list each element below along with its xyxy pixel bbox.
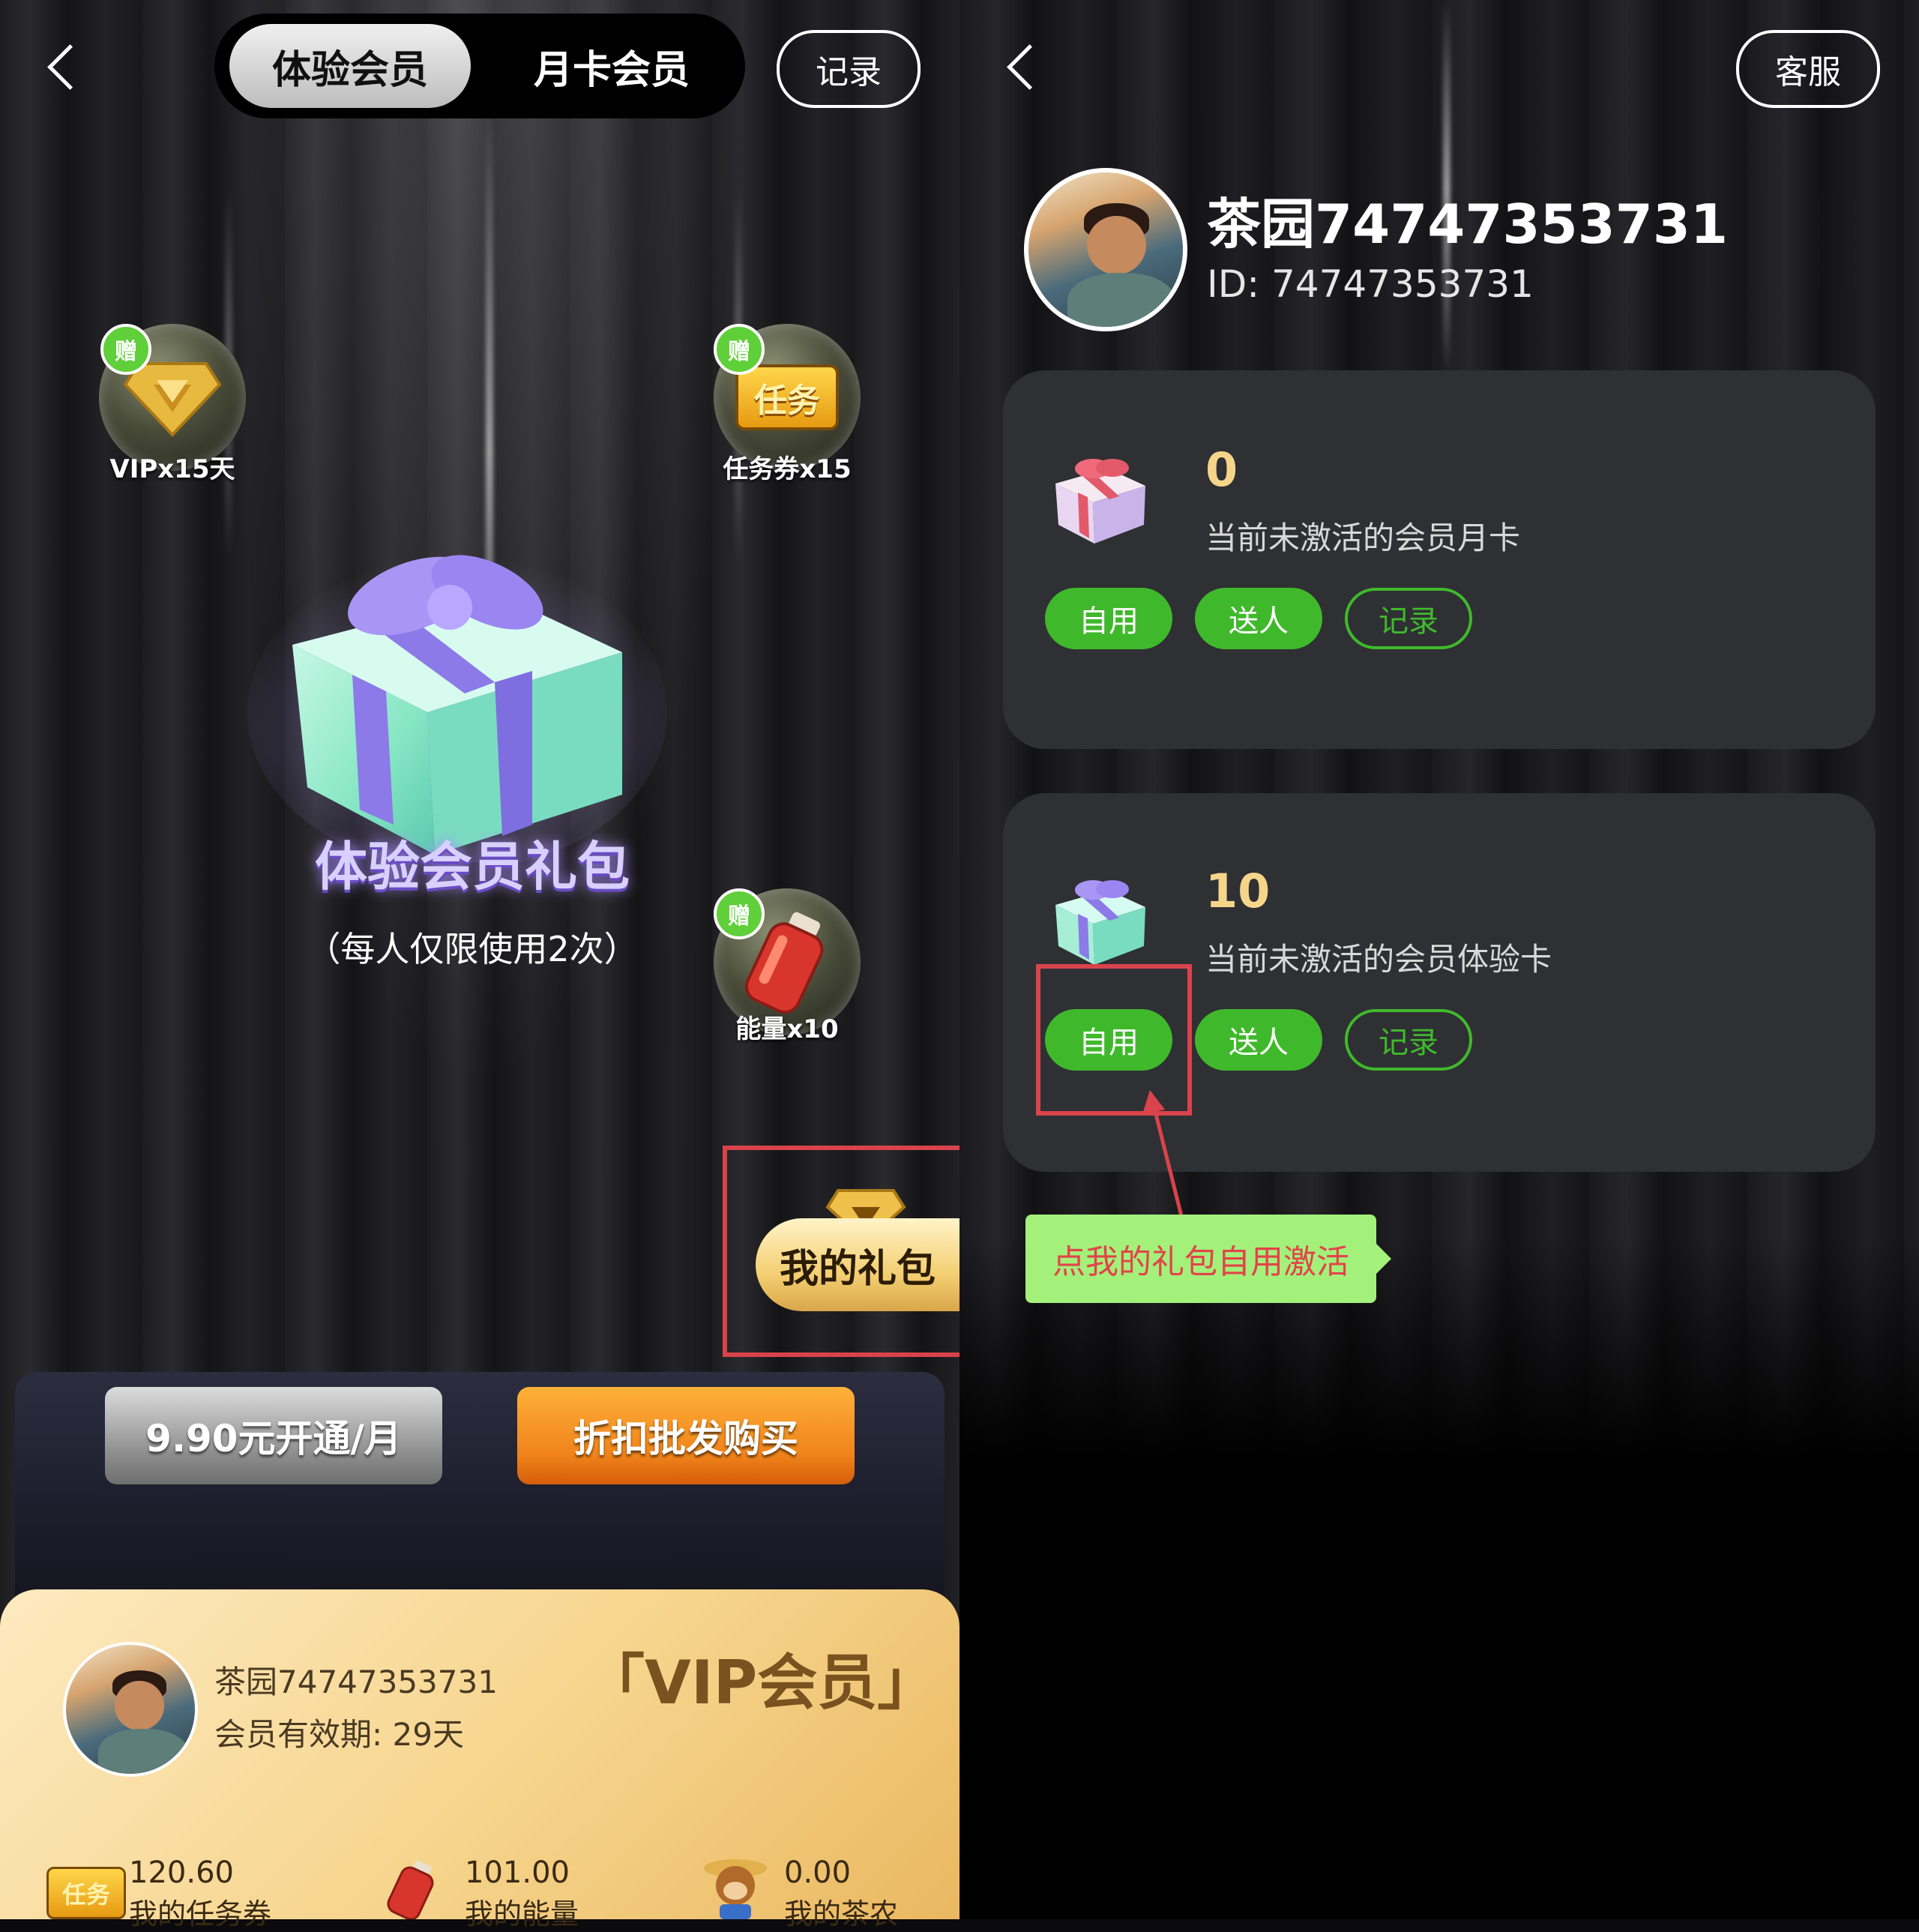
gift-pack-title: 体验会员礼包 — [315, 836, 630, 897]
gift-pack-subtitle: （每人仅限使用2次） — [306, 929, 639, 969]
member-name: 茶园74747353731 — [214, 1664, 498, 1700]
gift-box-green-icon — [1055, 880, 1145, 965]
monthly-card-count: 0 — [1205, 442, 1238, 497]
record-button[interactable]: 记录 — [1345, 1009, 1472, 1071]
monthly-card-description: 当前未激活的会员月卡 — [1205, 520, 1521, 556]
monthly-card-panel — [1003, 370, 1876, 749]
tea-farmer-label: 我的茶农 — [784, 1898, 899, 1931]
avatar — [1024, 168, 1187, 331]
annotation-arrow — [1142, 1090, 1185, 1223]
wholesale-purchase-button[interactable]: 折扣批发购买 — [517, 1387, 855, 1484]
give-away-button[interactable]: 送人 — [1195, 1009, 1322, 1071]
task-ticket-label: 我的任务券 — [129, 1898, 272, 1931]
trial-card-count: 10 — [1205, 864, 1271, 918]
task-ticket-icon: 任务 — [46, 1867, 126, 1919]
tab-monthly-membership[interactable]: 月卡会员 — [499, 24, 724, 108]
trial-card-description: 当前未激活的会员体验卡 — [1205, 941, 1552, 978]
energy-count: 101.00 — [465, 1856, 570, 1890]
self-use-button[interactable]: 自用 — [1045, 588, 1172, 649]
profile-name: 茶园74747353731 — [1207, 193, 1729, 256]
task-ticket-icon: 任务 — [735, 364, 839, 430]
energy-label: 我的能量 — [465, 1898, 579, 1931]
gift-badge: 赠 — [714, 888, 765, 939]
vip-member-label: 「VIP会员」 — [585, 1648, 938, 1718]
profile-id: ID: 74747353731 — [1207, 262, 1534, 306]
member-validity: 会员有效期: 29天 — [214, 1716, 464, 1753]
reward-label: 能量x10 — [735, 1014, 839, 1044]
reward-label: 任务券x15 — [723, 454, 852, 484]
gift-badge: 赠 — [100, 324, 151, 375]
record-button[interactable]: 记录 — [1345, 588, 1472, 649]
activation-tooltip: 点我的礼包自用激活 — [1025, 1215, 1391, 1303]
record-button[interactable]: 记录 — [777, 30, 921, 108]
monthly-subscribe-button[interactable]: 9.90元开通/月 — [105, 1387, 442, 1484]
task-ticket-count: 120.60 — [129, 1856, 234, 1890]
membership-tabs: 体验会员 月卡会员 — [214, 13, 745, 118]
energy-bottle-icon — [387, 1860, 434, 1919]
tea-farmer-count: 0.00 — [784, 1856, 852, 1890]
customer-service-button[interactable]: 客服 — [1736, 30, 1880, 108]
gift-box-pink-icon — [1055, 459, 1145, 544]
tab-trial-membership[interactable]: 体验会员 — [229, 24, 471, 108]
trial-gift-box-icon — [247, 555, 667, 862]
avatar — [63, 1642, 198, 1777]
gift-badge: 赠 — [714, 324, 765, 375]
reward-label: VIPx15天 — [109, 454, 235, 484]
give-away-button[interactable]: 送人 — [1195, 588, 1322, 649]
monkey-farmer-icon — [704, 1859, 767, 1919]
